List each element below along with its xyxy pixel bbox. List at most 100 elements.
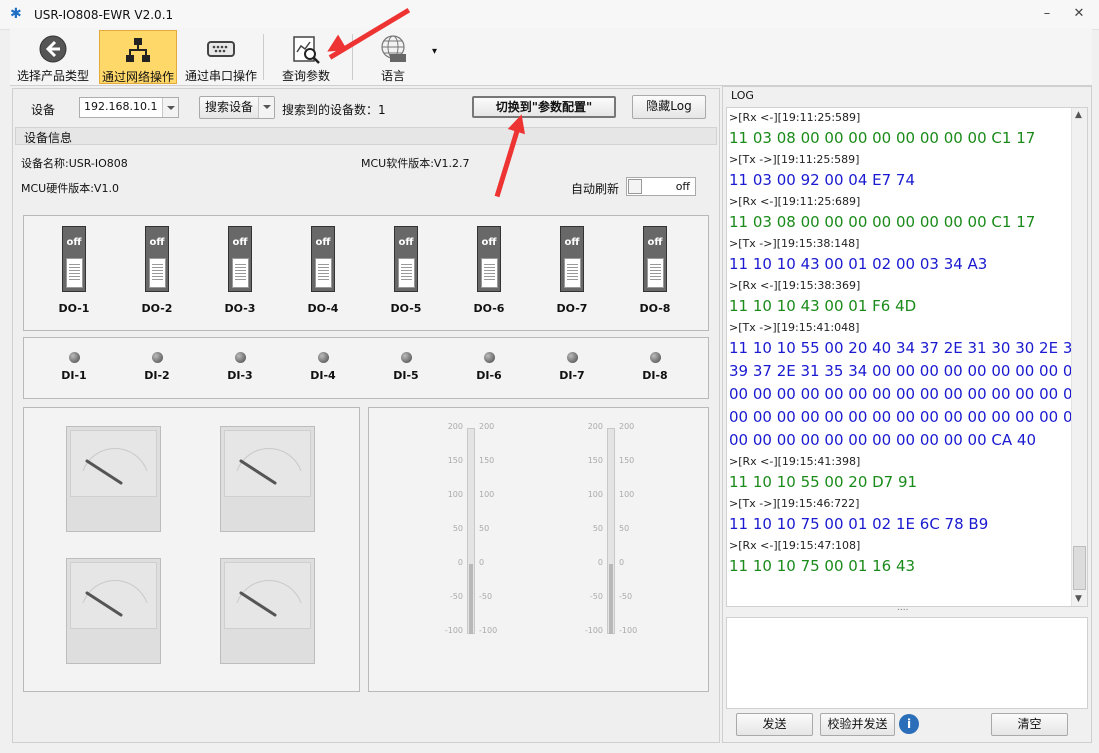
thermometer: 200 200 150 150 100 100 50 50 0 0 -50 -50 -100 -100 [441, 422, 501, 644]
status-led-icon [483, 352, 495, 363]
scale-tick-label: -100 [479, 626, 498, 635]
scale-tick-label: -50 [619, 592, 633, 601]
do-switch[interactable]: off DO-8 [625, 226, 685, 315]
search-device-button[interactable]: 搜索设备 [199, 96, 275, 119]
gauge-face [224, 562, 311, 629]
verify-and-send-button[interactable]: 校验并发送 [820, 713, 895, 736]
status-led-icon [234, 352, 246, 363]
di-indicator: DI-2 [127, 352, 187, 382]
send-input[interactable] [726, 617, 1088, 709]
select-product-type-button[interactable]: 选择产品类型 [14, 30, 92, 84]
clear-button[interactable]: 清空 [991, 713, 1068, 736]
log-timestamp: >[Rx <-][19:15:38:369] [729, 279, 861, 292]
log-tx-data: 00 00 00 00 00 00 00 00 00 00 00 CA 40 [729, 431, 1036, 449]
scroll-down-icon[interactable]: ▼ [1075, 594, 1082, 604]
do-switch[interactable]: off DO-3 [210, 226, 270, 315]
toggle-switch-icon[interactable]: off [560, 226, 584, 292]
status-led-icon [68, 352, 80, 363]
do-switch[interactable]: off DO-5 [376, 226, 436, 315]
toggle-switch-icon[interactable]: off [228, 226, 252, 292]
do-label: DO-6 [473, 302, 505, 315]
thermometer-level [469, 564, 473, 634]
log-tx-data: 00 00 00 00 00 00 00 00 00 00 00 00 00 0… [729, 385, 1083, 403]
log-timestamp: >[Rx <-][19:11:25:689] [729, 195, 861, 208]
di-indicator: DI-4 [293, 352, 353, 382]
minimize-button[interactable]: – [1036, 6, 1058, 24]
language-button[interactable]: 语言 [362, 30, 424, 84]
scale-tick-label: 50 [452, 524, 463, 533]
analog-gauge [220, 558, 315, 664]
di-label: DI-6 [476, 369, 502, 382]
close-button[interactable]: ✕ [1068, 6, 1090, 24]
scale-tick-label: -50 [479, 592, 493, 601]
hide-log-button[interactable]: 隐藏Log [632, 95, 706, 119]
scale-tick-label: 0 [457, 558, 463, 567]
do-state: off [481, 237, 497, 248]
log-rx-data: 11 10 10 55 00 20 D7 91 [729, 473, 918, 491]
log-tx-data: 11 10 10 75 00 01 02 1E 6C 78 B9 [729, 515, 989, 533]
log-splitter[interactable]: .... [897, 603, 908, 613]
network-operation-button[interactable]: 通过网络操作 [99, 30, 177, 84]
do-state: off [398, 237, 414, 248]
scroll-up-icon[interactable]: ▲ [1075, 110, 1082, 120]
log-timestamp: >[Rx <-][19:15:41:398] [729, 455, 861, 468]
di-indicator: DI-7 [542, 352, 602, 382]
do-switch[interactable]: off DO-7 [542, 226, 602, 315]
scale-tick-label: 100 [587, 490, 603, 499]
device-name: 设备名称:USR-IO808 [21, 157, 128, 170]
scale-tick-label: 50 [619, 524, 630, 533]
chevron-down-icon[interactable] [258, 97, 274, 118]
do-switch[interactable]: off DO-4 [293, 226, 353, 315]
di-label: DI-8 [642, 369, 668, 382]
gauge-face [224, 430, 311, 497]
info-icon[interactable]: i [899, 714, 919, 734]
log-timestamp: >[Tx ->][19:15:38:148] [729, 237, 860, 250]
di-indicator: DI-1 [44, 352, 104, 382]
window-title: USR-IO808-EWR V2.0.1 [34, 8, 174, 22]
app-logo-icon: ✱ [10, 6, 22, 22]
switch-lever [564, 258, 581, 288]
scale-tick-label: 150 [447, 456, 463, 465]
log-rx-data: 11 10 10 43 00 01 F6 4D [729, 297, 917, 315]
network-icon [126, 38, 150, 62]
chevron-down-icon[interactable] [162, 98, 178, 117]
auto-refresh-label: 自动刷新 [571, 182, 620, 196]
toggle-switch-icon[interactable]: off [145, 226, 169, 292]
query-chart-icon [293, 36, 320, 64]
toggle-switch-icon[interactable]: off [62, 226, 86, 292]
toggle-switch-icon[interactable]: off [477, 226, 501, 292]
status-led-icon [566, 352, 578, 363]
do-switch[interactable]: off DO-2 [127, 226, 187, 315]
toggle-switch-icon[interactable]: off [643, 226, 667, 292]
switch-lever [481, 258, 498, 288]
send-button[interactable]: 发送 [736, 713, 813, 736]
device-panel: 设备 192.168.10.1 搜索设备 搜索到的设备数：1 切换到"参数配置"… [12, 88, 720, 743]
serial-operation-button[interactable]: 通过串口操作 [182, 30, 260, 84]
analog-gauge [220, 426, 315, 532]
scale-tick-label: 200 [619, 422, 635, 431]
toggle-switch-icon[interactable]: off [311, 226, 335, 292]
auto-refresh-toggle[interactable]: off [626, 177, 696, 196]
di-indicator: DI-3 [210, 352, 270, 382]
log-timestamp: >[Tx ->][19:15:41:048] [729, 321, 860, 334]
do-state: off [647, 237, 663, 248]
log-output[interactable]: >[Rx <-][19:11:25:589] 11 03 08 00 00 00 … [726, 107, 1088, 607]
scroll-thumb[interactable] [1073, 546, 1086, 590]
do-switch[interactable]: off DO-1 [44, 226, 104, 315]
log-tx-data: 39 37 2E 31 35 34 00 00 00 00 00 00 00 0… [729, 362, 1082, 380]
device-ip-select[interactable]: 192.168.10.1 [79, 97, 179, 118]
log-scrollbar[interactable]: ▲ ▼ [1071, 108, 1087, 606]
mcu-software-version: MCU软件版本:V1.2.7 [361, 157, 470, 170]
do-state: off [66, 237, 82, 248]
do-switch[interactable]: off DO-6 [459, 226, 519, 315]
log-tx-data: 00 00 00 00 00 00 00 00 00 00 00 00 00 0… [729, 408, 1083, 426]
scale-tick-label: 150 [479, 456, 495, 465]
di-label: DI-1 [61, 369, 87, 382]
do-label: DO-5 [390, 302, 422, 315]
toggle-switch-icon[interactable]: off [394, 226, 418, 292]
di-label: DI-5 [393, 369, 419, 382]
do-label: DO-1 [58, 302, 90, 315]
found-device-count: 搜索到的设备数：1 [282, 103, 386, 117]
switch-to-config-button[interactable]: 切换到"参数配置" [472, 96, 616, 118]
toolbar-dropdown-icon[interactable]: ▾ [432, 46, 437, 57]
